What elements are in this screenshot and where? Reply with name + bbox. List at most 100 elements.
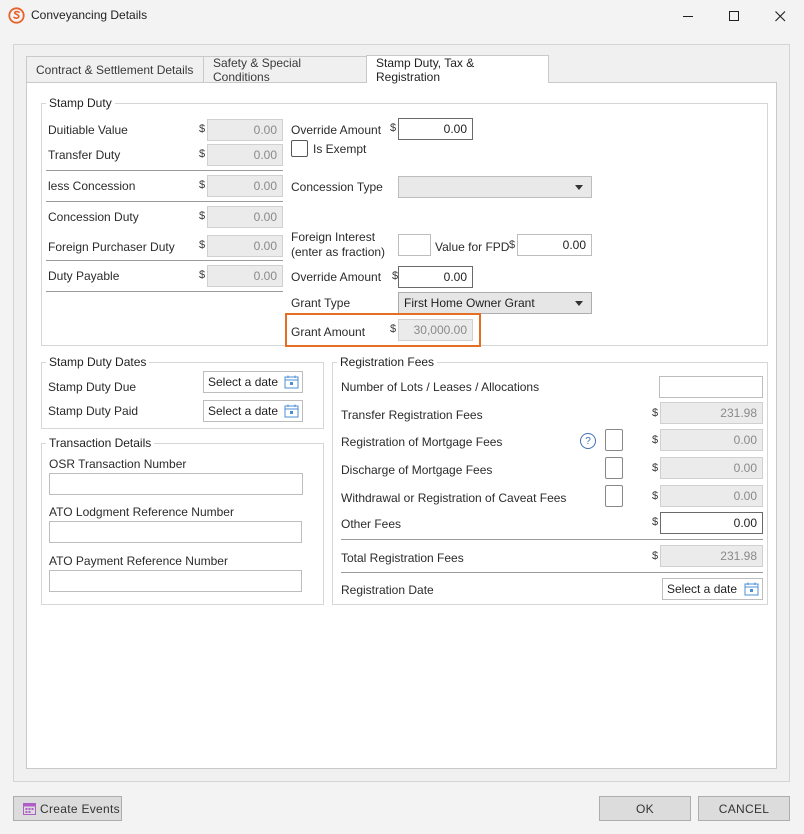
currency-symbol: $ <box>652 407 659 419</box>
window-title: Conveyancing Details <box>31 8 148 22</box>
date-placeholder: Select a date <box>667 582 738 596</box>
currency-symbol: $ <box>199 148 206 160</box>
tab-label: Stamp Duty, Tax & Registration <box>376 55 475 84</box>
grant-type-label: Grant Type <box>291 296 351 310</box>
foreign-interest-label-line2: (enter as fraction) <box>291 245 386 259</box>
registration-fees-legend: Registration Fees <box>337 355 438 369</box>
dutiable-value-field <box>207 119 283 141</box>
help-icon[interactable]: ? <box>580 433 596 449</box>
app-logo-icon <box>8 7 25 24</box>
ok-label: OK <box>636 801 654 816</box>
value-for-fpd-input[interactable] <box>517 234 592 256</box>
grant-type-select[interactable]: First Home Owner Grant <box>398 292 592 314</box>
less-concession-label: less Concession <box>48 179 136 193</box>
grant-amount-label: Grant Amount <box>291 325 366 339</box>
number-of-lots-label: Number of Lots / Leases / Allocations <box>341 380 540 394</box>
registration-of-mortgage-fees-label: Registration of Mortgage Fees <box>341 435 503 449</box>
maximize-icon <box>728 10 739 21</box>
foreign-purchaser-duty-field <box>207 235 283 257</box>
calendar-events-icon <box>23 803 36 815</box>
transaction-details-legend: Transaction Details <box>46 436 155 450</box>
currency-symbol: $ <box>652 490 659 502</box>
currency-symbol: $ <box>199 210 206 222</box>
currency-symbol: $ <box>652 550 659 562</box>
stamp-duty-paid-label: Stamp Duty Paid <box>48 404 139 418</box>
mortgage-fees-checkbox[interactable] <box>605 429 623 451</box>
other-fees-input[interactable] <box>660 512 763 534</box>
divider <box>341 572 763 573</box>
concession-type-label: Concession Type <box>291 180 383 194</box>
transfer-duty-field <box>207 144 283 166</box>
tab-stamp-duty-tax-registration[interactable]: Stamp Duty, Tax & Registration <box>366 55 549 84</box>
concession-duty-field <box>207 206 283 228</box>
close-icon <box>774 10 785 21</box>
caveat-fees-field <box>660 485 763 507</box>
registration-date-label: Registration Date <box>341 583 434 597</box>
currency-symbol: $ <box>199 239 206 251</box>
divider <box>46 170 283 171</box>
currency-symbol: $ <box>199 269 206 281</box>
caveat-fees-label: Withdrawal or Registration of Caveat Fee… <box>341 491 567 505</box>
override-amount-label-2: Override Amount <box>291 270 382 284</box>
calendar-icon[interactable] <box>284 375 299 389</box>
tab-label: Safety & Special Conditions <box>213 55 302 84</box>
currency-symbol: $ <box>652 462 659 474</box>
override-amount-label: Override Amount <box>291 123 382 137</box>
transfer-registration-fees-label: Transfer Registration Fees <box>341 408 483 422</box>
stamp-duty-due-label: Stamp Duty Due <box>48 380 137 394</box>
override-amount-input[interactable] <box>398 118 473 140</box>
total-registration-fees-label: Total Registration Fees <box>341 551 464 565</box>
stamp-duty-dates-legend: Stamp Duty Dates <box>46 355 150 369</box>
ato-payment-reference-input[interactable] <box>49 570 302 592</box>
less-concession-field <box>207 175 283 197</box>
override-amount-input-2[interactable] <box>398 266 473 288</box>
stamp-duty-due-datepicker[interactable]: Select a date <box>203 371 303 393</box>
tab-safety-special-conditions[interactable]: Safety & Special Conditions <box>203 55 367 84</box>
foreign-interest-label: Foreign Interest (enter as fraction) <box>291 230 385 260</box>
registration-of-mortgage-fees-field <box>660 429 763 451</box>
chevron-down-icon <box>575 185 583 190</box>
discharge-fees-checkbox[interactable] <box>605 457 623 479</box>
osr-transaction-number-input[interactable] <box>49 473 303 495</box>
divider <box>341 539 763 540</box>
caveat-fees-checkbox[interactable] <box>605 485 623 507</box>
discharge-of-mortgage-fees-label: Discharge of Mortgage Fees <box>341 463 493 477</box>
currency-symbol: $ <box>390 122 397 134</box>
currency-symbol: $ <box>652 516 659 528</box>
total-registration-fees-field <box>660 545 763 567</box>
foreign-purchaser-duty-label: Foreign Purchaser Duty <box>48 240 175 254</box>
date-placeholder: Select a date <box>208 375 279 389</box>
create-events-button[interactable]: Create Events <box>13 796 122 821</box>
concession-type-select <box>398 176 592 198</box>
dutiable-value-label: Duitiable Value <box>48 123 128 137</box>
is-exempt-label: Is Exempt <box>313 142 367 156</box>
ato-lodgment-reference-input[interactable] <box>49 521 302 543</box>
currency-symbol: $ <box>390 323 397 335</box>
divider <box>46 260 283 261</box>
other-fees-label: Other Fees <box>341 517 402 531</box>
divider <box>46 291 283 292</box>
currency-symbol: $ <box>509 239 516 251</box>
registration-date-datepicker[interactable]: Select a date <box>662 578 763 600</box>
currency-symbol: $ <box>199 123 206 135</box>
currency-symbol: $ <box>199 179 206 191</box>
grant-amount-field <box>398 319 473 341</box>
stamp-duty-paid-datepicker[interactable]: Select a date <box>203 400 303 422</box>
cancel-button[interactable]: CANCEL <box>698 796 790 821</box>
close-button[interactable] <box>757 0 803 32</box>
number-of-lots-input[interactable] <box>659 376 763 398</box>
discharge-of-mortgage-fees-field <box>660 457 763 479</box>
currency-symbol: $ <box>652 434 659 446</box>
is-exempt-checkbox[interactable] <box>291 140 308 157</box>
calendar-icon[interactable] <box>284 404 299 418</box>
stamp-duty-legend: Stamp Duty <box>46 96 115 110</box>
foreign-interest-label-line1: Foreign Interest <box>291 230 376 244</box>
minimize-icon <box>682 15 693 17</box>
calendar-icon[interactable] <box>744 582 759 596</box>
ok-button[interactable]: OK <box>599 796 691 821</box>
maximize-button[interactable] <box>711 0 757 32</box>
create-events-label: Create Events <box>40 801 120 816</box>
foreign-interest-input[interactable] <box>398 234 431 256</box>
tab-contract-settlement[interactable]: Contract & Settlement Details <box>26 56 204 82</box>
minimize-button[interactable] <box>665 0 711 32</box>
